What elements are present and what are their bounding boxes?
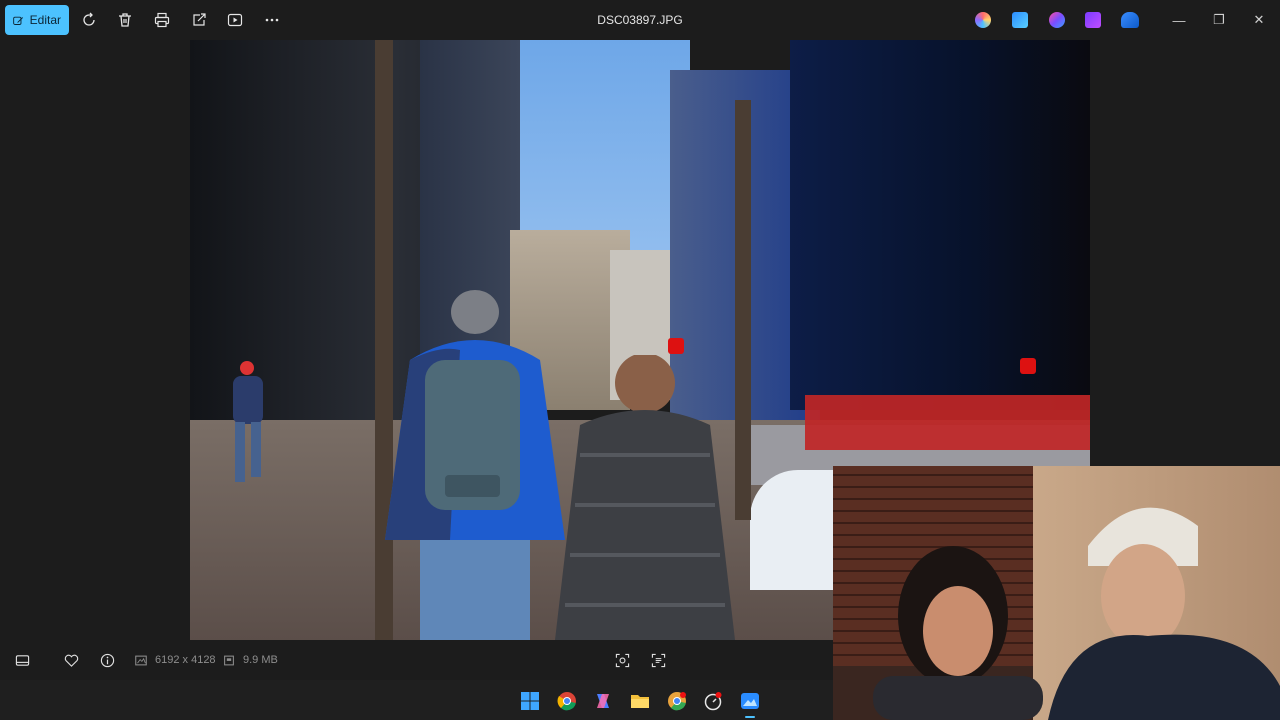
- photo-man-backpack: [385, 290, 565, 640]
- photos-app-icon[interactable]: [739, 690, 761, 718]
- webcam-person-right: [1048, 507, 1280, 720]
- photo-pedestrian: [233, 361, 263, 482]
- minimize-icon[interactable]: —: [1169, 10, 1189, 30]
- more-icon[interactable]: [262, 10, 282, 30]
- info-icon[interactable]: [99, 652, 115, 668]
- delete-icon[interactable]: [115, 10, 135, 30]
- file-explorer-icon[interactable]: [629, 690, 651, 712]
- photo-dark-tower: [790, 40, 1090, 410]
- clipchamp-icon[interactable]: [1085, 12, 1101, 28]
- share-icon[interactable]: [189, 10, 209, 30]
- edit-button[interactable]: Editar: [5, 5, 69, 35]
- print-icon[interactable]: [152, 10, 172, 30]
- photos-edit-icon[interactable]: [1012, 12, 1028, 28]
- edit-icon: [13, 16, 23, 25]
- windows-start-icon[interactable]: [519, 690, 541, 712]
- chrome-canary-icon[interactable]: [666, 690, 688, 712]
- file-size: 9.9 MB: [243, 654, 278, 666]
- photo-stop-sign: [668, 338, 684, 354]
- dimensions-icon: [134, 652, 148, 668]
- close-icon[interactable]: ✕: [1249, 10, 1269, 30]
- onedrive-icon[interactable]: [1121, 12, 1139, 28]
- image-dimensions: 6192 x 4128: [155, 654, 216, 666]
- copilot-icon[interactable]: [975, 12, 991, 28]
- clock-app-icon[interactable]: [702, 690, 724, 712]
- file-size-icon: [222, 652, 236, 668]
- favorite-heart-icon[interactable]: [63, 652, 79, 668]
- edit-button-label: Editar: [29, 13, 61, 27]
- text-scan-icon[interactable]: [650, 652, 666, 668]
- photo-stop-sign: [1020, 358, 1036, 374]
- title-bar: Editar DSC03897.JPG — ❐ ✕: [0, 0, 1280, 40]
- restore-icon[interactable]: ❐: [1209, 10, 1229, 30]
- visual-search-icon[interactable]: [614, 652, 630, 668]
- photo-construction-fence: [805, 395, 1090, 450]
- rotate-icon[interactable]: [79, 10, 99, 30]
- photo-woman-jacket: [555, 355, 735, 640]
- webcam-person-left: [873, 546, 1043, 720]
- chrome-icon[interactable]: [556, 690, 578, 712]
- taskbar: [0, 680, 833, 720]
- photo-info-bar: 6192 x 4128 9.9 MB: [0, 640, 833, 680]
- webcam-overlay: [833, 466, 1280, 720]
- filmstrip-icon[interactable]: [14, 652, 30, 668]
- copilot-icon[interactable]: [592, 690, 614, 712]
- designer-icon[interactable]: [1049, 12, 1065, 28]
- slideshow-icon[interactable]: [225, 10, 245, 30]
